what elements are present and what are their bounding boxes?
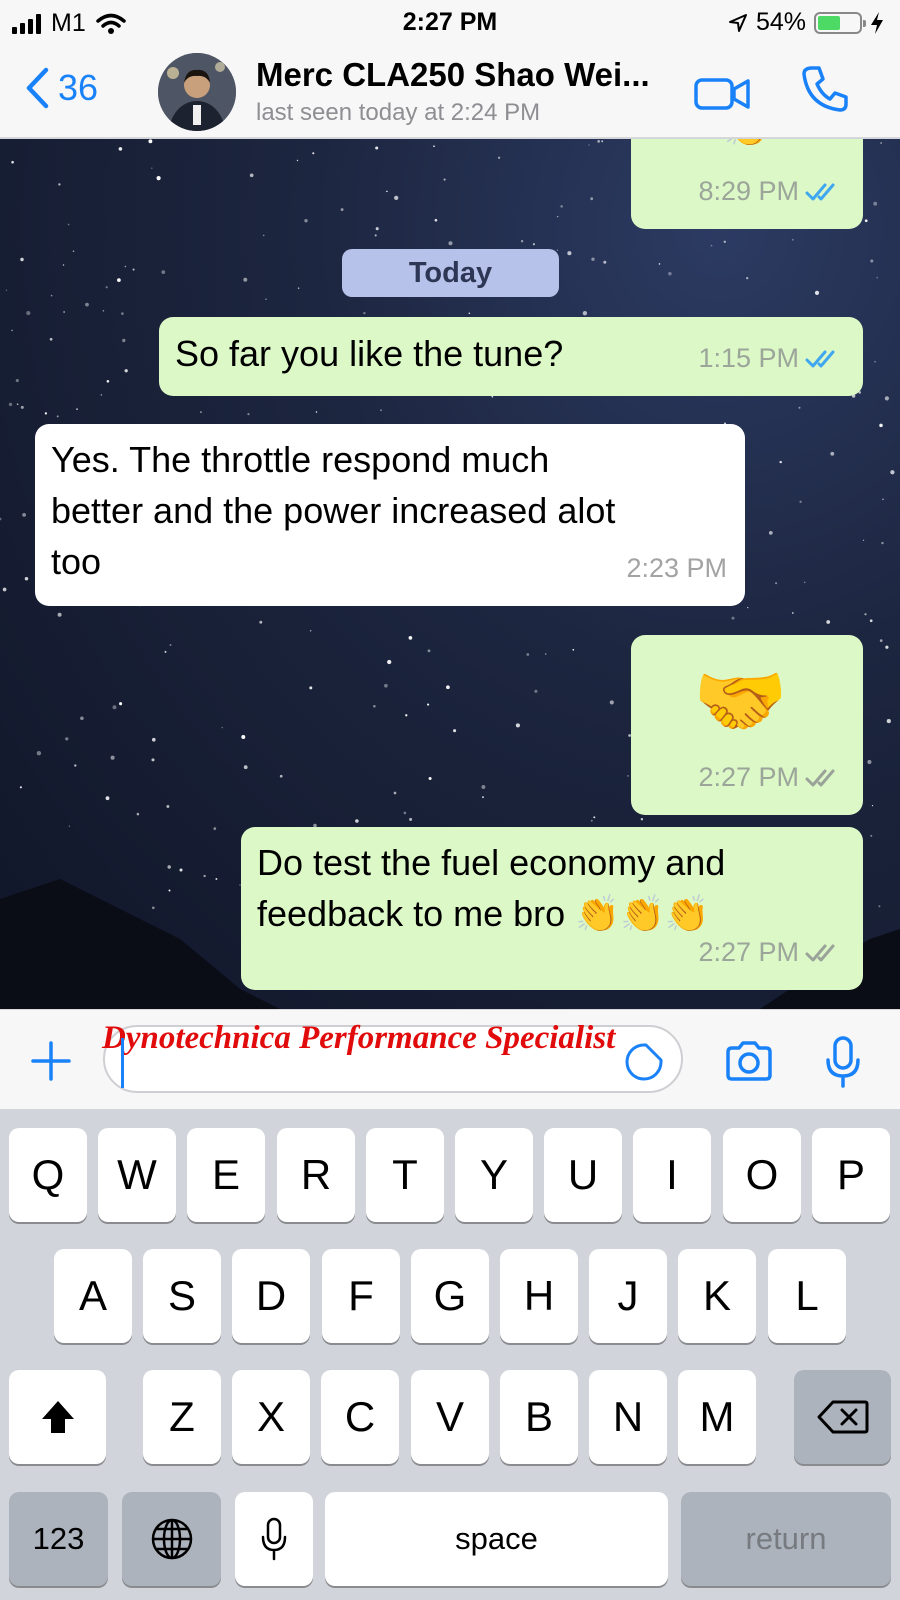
key-z[interactable]: Z xyxy=(143,1370,221,1464)
status-right: 54% xyxy=(728,8,884,37)
message-bubble-outgoing[interactable]: So far you like the tune? 1:15 PM xyxy=(159,317,863,396)
key-s[interactable]: S xyxy=(143,1249,221,1343)
contact-name[interactable]: Merc CLA250 Shao Wei... xyxy=(256,56,650,94)
message-meta: 8:29 PM xyxy=(698,166,845,217)
video-call-icon[interactable] xyxy=(694,76,752,112)
message-time: 2:27 PM xyxy=(698,937,799,967)
key-r[interactable]: R xyxy=(277,1128,355,1222)
message-line: So far you like the tune? xyxy=(175,333,564,374)
read-ticks-icon xyxy=(805,183,835,200)
camera-icon[interactable] xyxy=(724,1040,774,1082)
key-y[interactable]: Y xyxy=(455,1128,533,1222)
key-t[interactable]: T xyxy=(366,1128,444,1222)
message-text: Do test the fuel economy and feedback to… xyxy=(257,837,857,939)
return-key[interactable]: return xyxy=(681,1492,891,1586)
key-q[interactable]: Q xyxy=(9,1128,87,1222)
delivered-ticks-icon xyxy=(805,769,835,786)
message-input-text: Dynotechnica Performance Specialist xyxy=(102,1020,616,1056)
key-w[interactable]: W xyxy=(98,1128,176,1222)
battery-percent: 54% xyxy=(755,8,806,36)
message-line: better and the power increased alot xyxy=(51,490,616,531)
key-a[interactable]: A xyxy=(54,1249,132,1343)
key-b[interactable]: B xyxy=(500,1370,578,1464)
message-line: Yes. The throttle respond much xyxy=(51,439,550,480)
message-meta: 2:27 PM xyxy=(698,752,845,803)
chat-header: 36 Merc CLA250 Shao Wei... last seen tod… xyxy=(0,46,900,138)
key-v[interactable]: V xyxy=(411,1370,489,1464)
last-seen-status: last seen today at 2:24 PM xyxy=(256,99,541,126)
shift-key[interactable] xyxy=(9,1370,106,1464)
message-text: So far you like the tune? xyxy=(175,328,563,379)
message-bubble-outgoing[interactable]: 🤝 2:27 PM xyxy=(631,635,863,815)
delivered-ticks-icon xyxy=(805,944,835,961)
key-u[interactable]: U xyxy=(544,1128,622,1222)
globe-key[interactable] xyxy=(122,1492,221,1586)
handshake-emoji: 🤝 xyxy=(693,659,788,744)
back-count: 36 xyxy=(58,67,99,108)
message-bubble-partial[interactable]: 👏 8:29 PM xyxy=(631,139,863,229)
message-time: 2:27 PM xyxy=(698,762,799,792)
message-time: 8:29 PM xyxy=(698,176,799,206)
backspace-icon xyxy=(817,1400,868,1434)
avatar-photo xyxy=(158,53,236,131)
key-x[interactable]: X xyxy=(232,1370,310,1464)
message-bubble-incoming[interactable]: Yes. The throttle respond much better an… xyxy=(35,424,745,606)
key-j[interactable]: J xyxy=(589,1249,667,1343)
clapping-hands-emoji: 👏 xyxy=(723,139,770,154)
sticker-icon[interactable] xyxy=(624,1042,664,1082)
location-arrow-icon xyxy=(728,13,747,32)
date-divider: Today xyxy=(342,249,559,297)
key-c[interactable]: C xyxy=(321,1370,399,1464)
message-meta: 2:23 PM xyxy=(626,543,727,594)
key-o[interactable]: O xyxy=(723,1128,801,1222)
numbers-key[interactable]: 123 xyxy=(9,1492,108,1586)
globe-icon xyxy=(151,1518,192,1560)
message-time: 2:23 PM xyxy=(626,553,727,583)
read-ticks-icon xyxy=(805,350,835,367)
key-g[interactable]: G xyxy=(411,1249,489,1343)
microphone-icon[interactable] xyxy=(824,1036,862,1088)
key-m[interactable]: M xyxy=(678,1370,756,1464)
back-button[interactable]: 36 xyxy=(24,66,98,110)
plus-icon[interactable] xyxy=(30,1040,72,1082)
key-i[interactable]: I xyxy=(633,1128,711,1222)
message-bubble-outgoing[interactable]: Do test the fuel economy and feedback to… xyxy=(241,827,863,990)
avatar[interactable] xyxy=(158,53,236,131)
shift-arrow-icon xyxy=(41,1401,74,1433)
phone-call-icon[interactable] xyxy=(800,64,850,114)
chevron-left-icon xyxy=(26,67,49,109)
space-key[interactable]: space xyxy=(325,1492,668,1586)
keyboard: 123 space return QWERTYUIOP ASDFGHJKL ZXCV… xyxy=(0,1110,900,1600)
charging-bolt-icon xyxy=(871,11,883,34)
battery-icon xyxy=(814,11,866,34)
microphone-icon xyxy=(261,1517,287,1561)
key-e[interactable]: E xyxy=(187,1128,265,1222)
key-p[interactable]: P xyxy=(812,1128,890,1222)
message-time: 1:15 PM xyxy=(698,343,799,373)
dictation-key[interactable] xyxy=(235,1492,313,1586)
message-line: Do test the fuel economy and xyxy=(257,842,726,883)
key-d[interactable]: D xyxy=(232,1249,310,1343)
key-h[interactable]: H xyxy=(500,1249,578,1343)
message-meta: 2:27 PM xyxy=(698,927,845,978)
text-caret xyxy=(121,1038,124,1088)
key-k[interactable]: K xyxy=(678,1249,756,1343)
message-meta: 1:15 PM xyxy=(698,333,845,384)
key-f[interactable]: F xyxy=(322,1249,400,1343)
chat-area[interactable]: 👏 8:29 PM Today So far you like the tune… xyxy=(0,139,900,1009)
key-n[interactable]: N xyxy=(589,1370,667,1464)
key-l[interactable]: L xyxy=(768,1249,846,1343)
backspace-key[interactable] xyxy=(794,1370,891,1464)
status-bar: M1 2:27 PM 54% xyxy=(0,0,900,46)
